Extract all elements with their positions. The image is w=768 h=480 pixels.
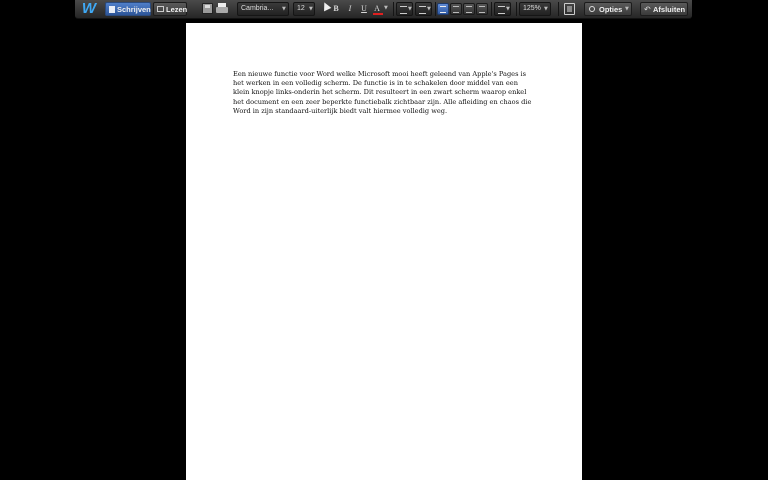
print-icon-body bbox=[216, 7, 228, 13]
chevron-down-icon: ▼ bbox=[544, 6, 548, 12]
write-mode-button[interactable]: Schrijven bbox=[105, 2, 151, 16]
document-page[interactable]: Een nieuwe functie voor Word welke Micro… bbox=[186, 23, 582, 480]
media-browser-icon[interactable] bbox=[564, 3, 575, 15]
zoom-value: 125% bbox=[523, 5, 541, 12]
chevron-down-icon: ▼ bbox=[282, 6, 286, 12]
toolbar-separator bbox=[435, 2, 436, 16]
text-color-button[interactable]: A ▼ bbox=[372, 2, 390, 16]
chevron-down-icon: ▼ bbox=[408, 6, 412, 12]
read-mode-label: Lezen bbox=[166, 5, 188, 14]
font-name-select[interactable]: Cambria... ▼ bbox=[237, 2, 289, 16]
media-browser-icon-inner bbox=[567, 6, 572, 12]
write-mode-icon bbox=[109, 6, 115, 13]
save-icon-label-area bbox=[205, 5, 210, 8]
read-mode-icon bbox=[157, 6, 164, 12]
text-color-swatch bbox=[373, 13, 383, 15]
italic-button[interactable]: I bbox=[345, 2, 357, 16]
chevron-down-icon: ▼ bbox=[506, 6, 510, 12]
save-icon[interactable] bbox=[202, 3, 213, 14]
read-mode-button[interactable]: Lezen bbox=[153, 2, 187, 16]
options-label: Opties bbox=[599, 5, 623, 14]
font-size-select[interactable]: 12 ▼ bbox=[293, 2, 315, 16]
bold-label: B bbox=[333, 4, 339, 13]
word-logo-icon[interactable]: W bbox=[81, 1, 97, 17]
toolbar-separator bbox=[491, 2, 492, 16]
toolbar-separator bbox=[393, 2, 394, 16]
toolbar-separator bbox=[558, 2, 559, 16]
options-button[interactable]: Opties ▼ bbox=[584, 2, 632, 16]
line-spacing-icon bbox=[498, 6, 505, 14]
chevron-down-icon: ▼ bbox=[309, 6, 313, 12]
align-right-icon bbox=[466, 6, 472, 13]
bold-button[interactable]: B bbox=[331, 2, 343, 16]
underline-label: U bbox=[361, 4, 367, 13]
gear-icon bbox=[589, 6, 595, 12]
numbered-list-icon bbox=[419, 6, 426, 14]
align-justify-button[interactable] bbox=[476, 3, 488, 15]
underline-button[interactable]: U bbox=[359, 2, 371, 16]
document-body-text[interactable]: Een nieuwe functie voor Word welke Micro… bbox=[233, 70, 535, 116]
close-label: Afsluiten bbox=[653, 5, 686, 14]
close-full-screen-button[interactable]: ↶ Afsluiten bbox=[640, 2, 688, 16]
align-center-icon bbox=[453, 6, 459, 13]
chevron-down-icon: ▼ bbox=[384, 5, 388, 11]
chevron-down-icon: ▼ bbox=[427, 6, 431, 12]
italic-label: I bbox=[348, 4, 352, 13]
font-name-value: Cambria... bbox=[241, 5, 274, 12]
toolbar-separator bbox=[516, 2, 517, 16]
line-spacing-button[interactable]: ▼ bbox=[494, 2, 511, 16]
exit-arrow-icon: ↶ bbox=[644, 5, 651, 14]
bullet-list-button[interactable]: ▼ bbox=[396, 2, 413, 16]
bullet-list-icon bbox=[400, 6, 407, 14]
font-size-value: 12 bbox=[297, 5, 305, 12]
print-icon[interactable] bbox=[216, 3, 228, 14]
align-right-button[interactable] bbox=[463, 3, 475, 15]
numbered-list-button[interactable]: ▼ bbox=[415, 2, 432, 16]
align-center-button[interactable] bbox=[450, 3, 462, 15]
write-mode-label: Schrijven bbox=[117, 5, 151, 14]
mouse-cursor-icon bbox=[320, 0, 332, 12]
full-screen-toolbar: W Schrijven Lezen Cambria... ▼ 12 ▼ B I … bbox=[75, 0, 692, 19]
align-left-icon bbox=[440, 6, 446, 13]
zoom-select[interactable]: 125% ▼ bbox=[519, 2, 551, 16]
align-left-button[interactable] bbox=[437, 3, 449, 15]
chevron-down-icon: ▼ bbox=[625, 6, 629, 12]
align-justify-icon bbox=[479, 6, 485, 13]
